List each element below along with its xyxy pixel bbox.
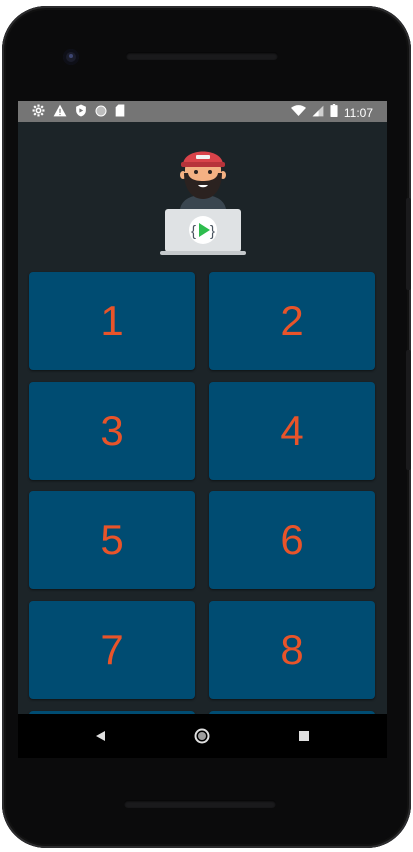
status-time: 11:07: [343, 106, 373, 120]
tile-8[interactable]: 8: [209, 601, 375, 699]
home-icon[interactable]: [192, 726, 212, 746]
top-speaker: [126, 52, 278, 60]
navigation-bar: [18, 714, 387, 758]
volume-button: [406, 350, 411, 470]
settings-icon: [32, 104, 45, 122]
bottom-speaker: [124, 800, 276, 808]
battery-icon: [330, 104, 338, 122]
tile-1[interactable]: 1: [29, 272, 195, 370]
tile-7[interactable]: 7: [29, 601, 195, 699]
tile-5[interactable]: 5: [29, 491, 195, 589]
shield-icon: [75, 104, 87, 122]
svg-text:}: }: [210, 223, 215, 240]
back-icon[interactable]: [90, 726, 110, 746]
tile-4[interactable]: 4: [209, 382, 375, 480]
circle-icon: [95, 104, 107, 122]
warning-icon: [53, 104, 67, 122]
power-button: [406, 198, 411, 290]
recents-icon[interactable]: [294, 726, 314, 746]
signal-icon: [312, 104, 324, 122]
front-camera: [63, 49, 79, 65]
developer-avatar-logo: { }: [158, 143, 248, 255]
phone-frame: 11:07 {} 1 2 3 4 5 6 7 8: [0, 0, 413, 852]
sd-card-icon: [115, 104, 125, 122]
status-bar: 11:07: [18, 101, 387, 122]
tile-2[interactable]: 2: [209, 272, 375, 370]
wifi-icon: [290, 104, 306, 122]
tile-3[interactable]: 3: [29, 382, 195, 480]
svg-text:{: {: [191, 223, 196, 240]
app-screen: 11:07 {} 1 2 3 4 5 6 7 8: [18, 101, 387, 714]
tile-6[interactable]: 6: [209, 491, 375, 589]
